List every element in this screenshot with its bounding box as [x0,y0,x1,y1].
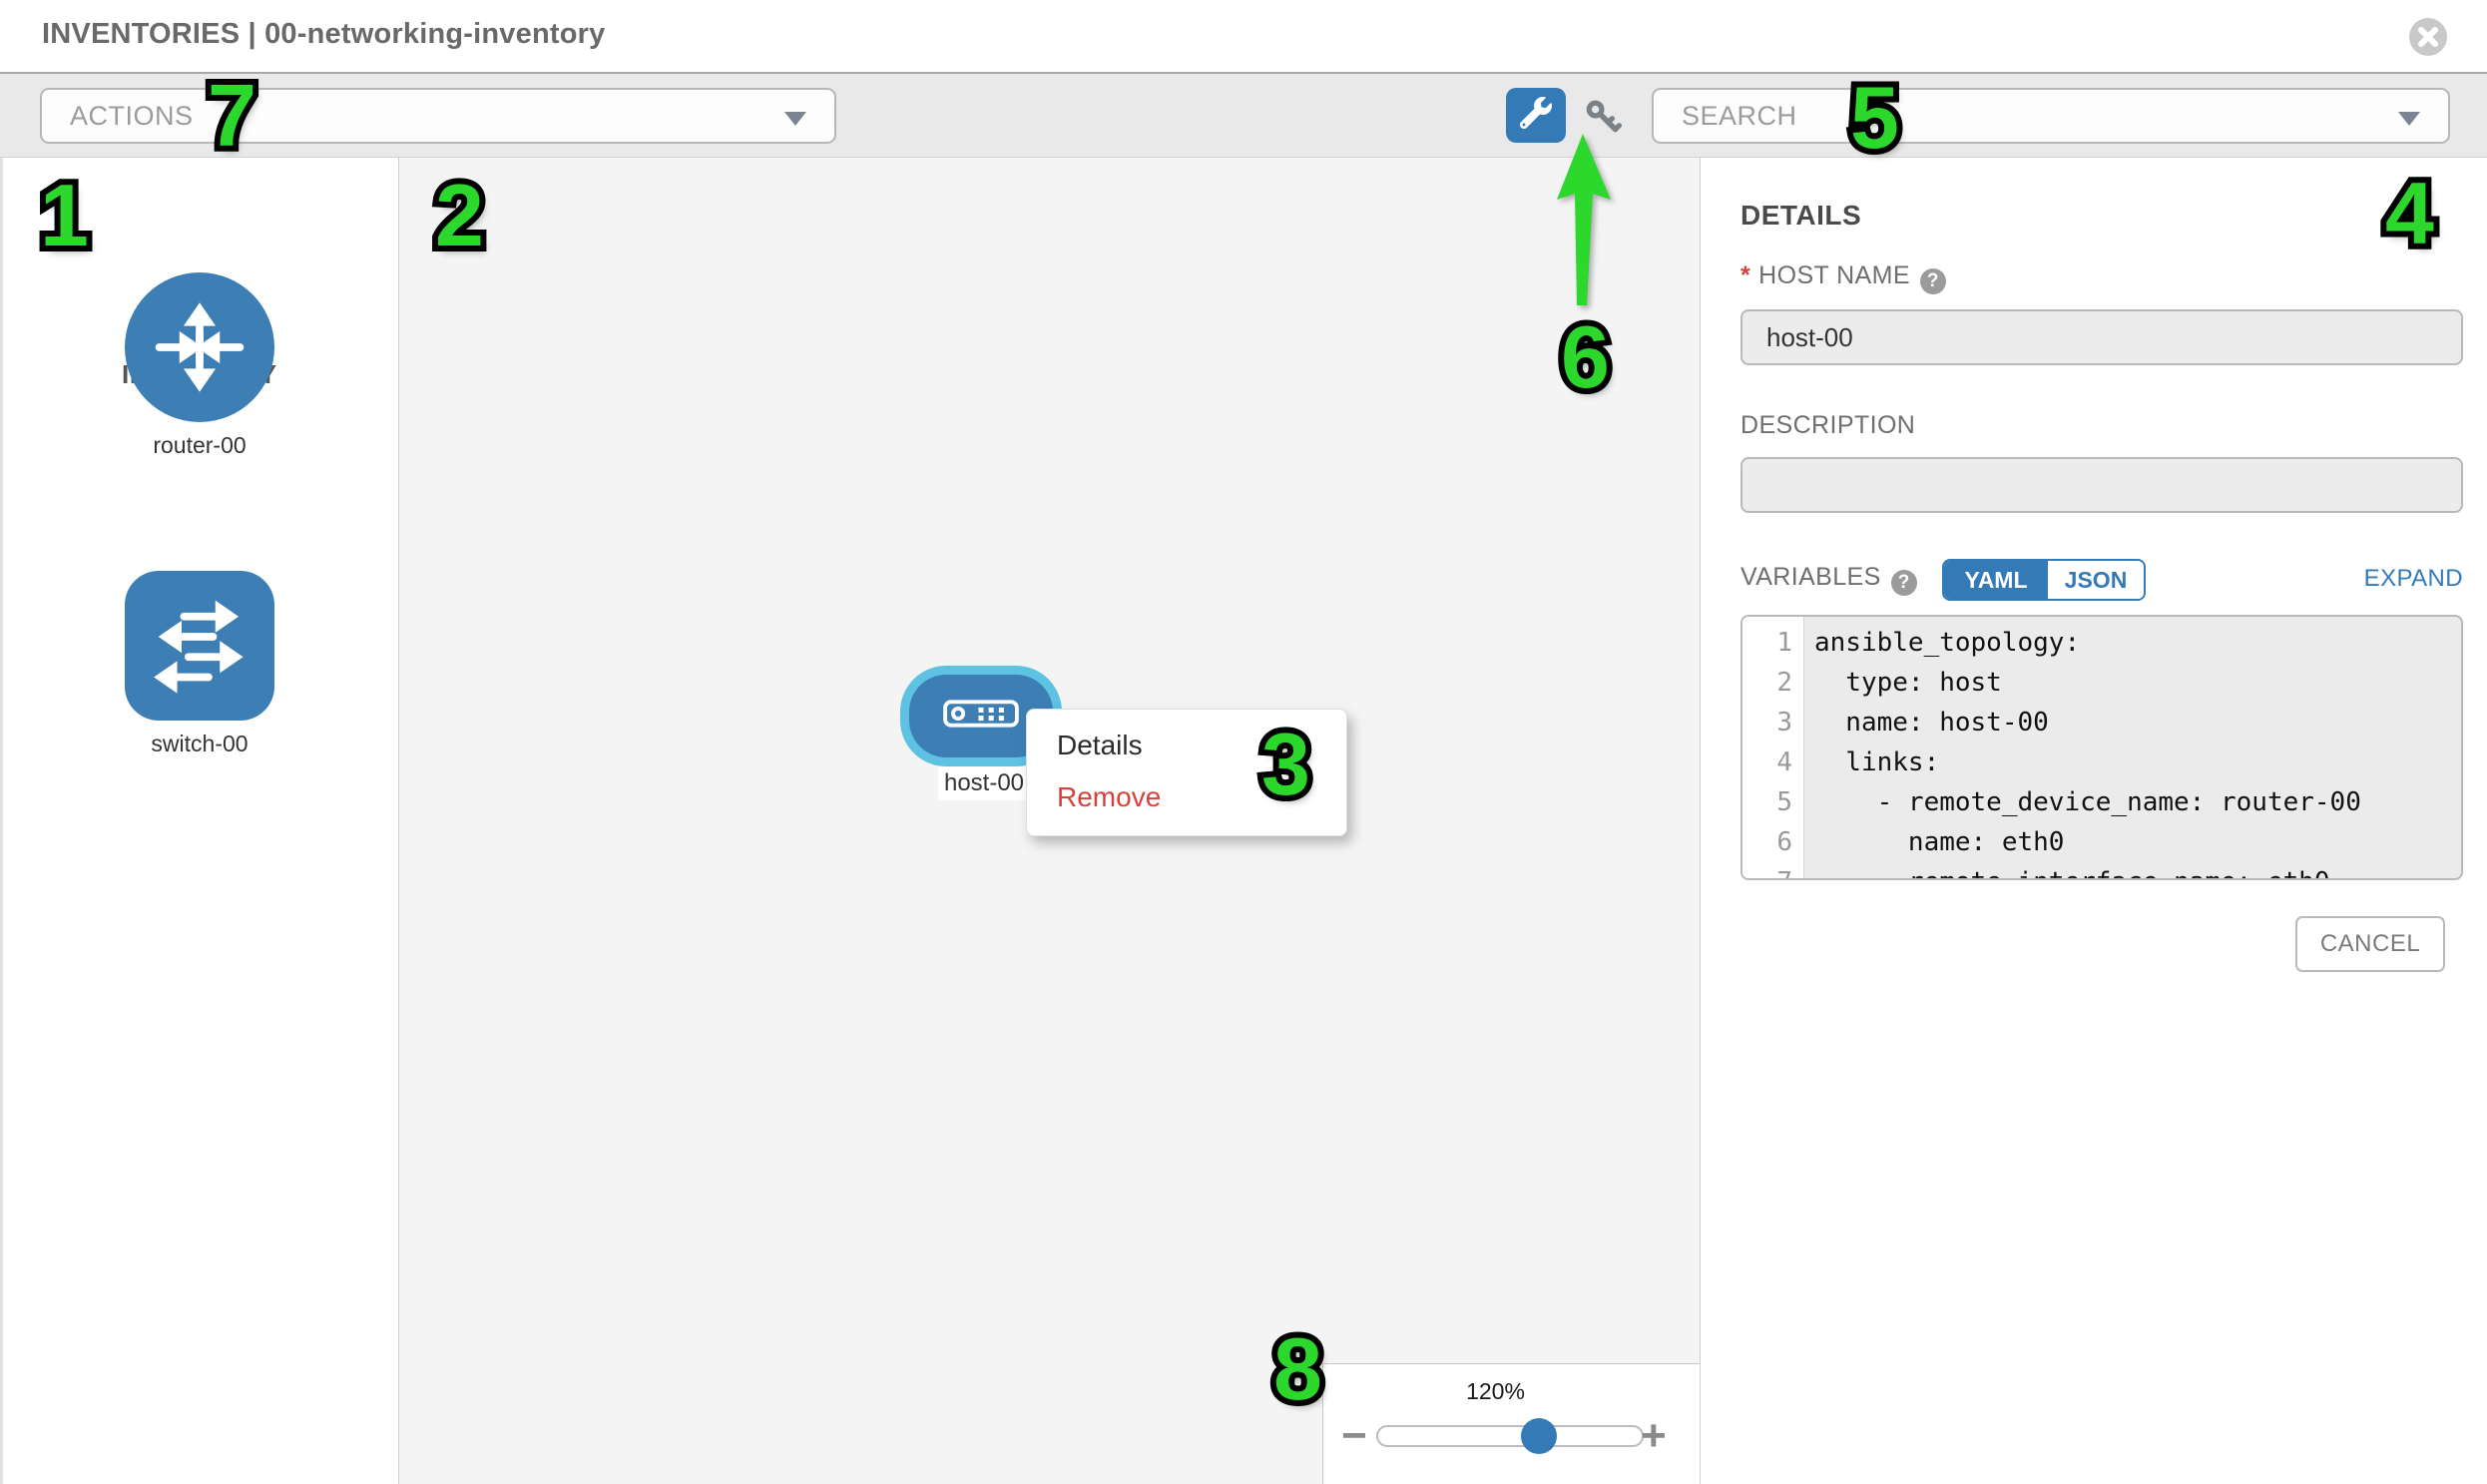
cancel-button[interactable]: CANCEL [2295,916,2445,972]
help-icon[interactable]: ? [1920,268,1946,294]
description-input[interactable] [1741,457,2463,513]
router-arrows-icon [125,272,274,422]
server-icon [942,700,1020,733]
help-icon[interactable]: ? [1891,570,1917,596]
wrench-icon [1520,97,1552,134]
code-line: 4 links: [1742,742,2461,782]
actions-dropdown[interactable]: ACTIONS [40,88,836,144]
configure-tools-button[interactable] [1506,88,1566,143]
zoom-slider[interactable] [1376,1425,1644,1447]
yaml-toggle-button[interactable]: YAML [1944,561,2048,599]
zoom-control: 120% − + [1322,1363,1700,1484]
variables-label: VARIABLES? [1741,563,1917,596]
code-line: 6 name: eth0 [1742,822,2461,862]
variables-code-editor[interactable]: 1ansible_topology: 2 type: host 3 name: … [1741,615,2463,880]
expand-link[interactable]: EXPAND [2345,565,2463,593]
description-label: DESCRIPTION [1741,411,1915,440]
palette-device-router[interactable]: router-00 [125,272,274,459]
host-name-input[interactable] [1741,309,2463,365]
close-icon[interactable] [2408,17,2448,57]
context-menu-item-remove[interactable]: Remove [1027,771,1346,823]
node-host-label: host-00 [938,766,1030,800]
json-toggle-button[interactable]: JSON [2048,561,2144,599]
code-line: 7 remote_interface_name: eth0 [1742,862,2461,880]
chevron-down-icon [784,112,806,126]
code-line: 2 type: host [1742,663,2461,703]
zoom-slider-handle[interactable] [1521,1418,1557,1454]
zoom-out-button[interactable]: − [1341,1414,1367,1458]
zoom-in-button[interactable]: + [1641,1414,1667,1458]
switch-arrows-icon [125,571,274,721]
page-title: INVENTORIES | 00-networking-inventory [42,18,605,51]
search-dropdown[interactable]: SEARCH [1652,88,2450,144]
actions-dropdown-label: ACTIONS [42,101,194,132]
details-heading: DETAILS [1741,200,1861,232]
device-label: switch-00 [125,731,274,757]
chevron-down-icon [2398,112,2420,126]
key-credentials-icon[interactable] [1583,97,1625,139]
toolbar: ACTIONS SEARCH [0,72,2487,158]
host-name-label: *HOST NAME? [1741,261,1946,294]
search-dropdown-label: SEARCH [1654,101,1797,132]
device-label: router-00 [125,432,274,459]
context-menu-item-details[interactable]: Details [1027,720,1346,771]
palette-device-switch[interactable]: switch-00 [125,571,274,757]
code-line: 3 name: host-00 [1742,703,2461,742]
zoom-level: 120% [1323,1378,1668,1405]
required-asterisk: * [1741,261,1750,289]
inventory-topology-window: INVENTORIES | 00-networking-inventory AC… [0,0,2487,1484]
node-context-menu: Details Remove [1026,709,1347,836]
code-line: 1ansible_topology: [1742,623,2461,663]
variables-format-toggle: YAML JSON [1942,559,2146,601]
code-line: 5 - remote_device_name: router-00 [1742,782,2461,822]
header: INVENTORIES | 00-networking-inventory [0,0,2487,72]
